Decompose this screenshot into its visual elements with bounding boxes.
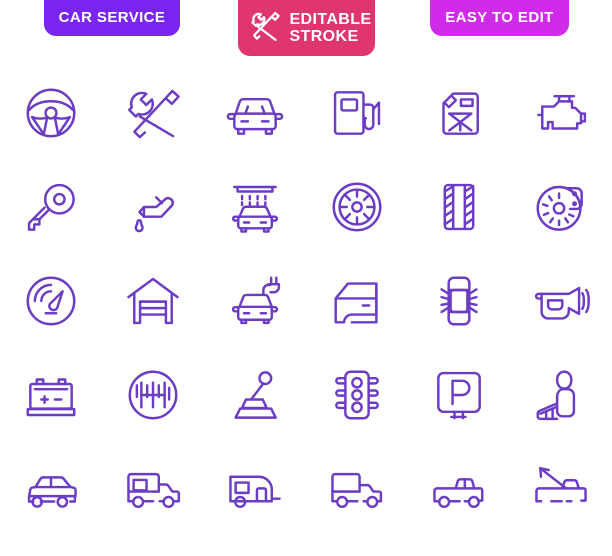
icon-cell-fuel-pump[interactable] xyxy=(306,66,408,160)
icon-cell-speedometer[interactable] xyxy=(0,254,102,348)
badge-car-service-label: CAR SERVICE xyxy=(58,8,166,26)
car-seat-icon xyxy=(536,370,576,421)
icon-cell-engine[interactable] xyxy=(510,66,612,160)
sedan-icon xyxy=(27,476,77,508)
tow-truck-icon xyxy=(535,467,587,503)
icon-cell-car-sensors[interactable] xyxy=(408,254,510,348)
badge-editable-stroke-label: EDITABLE STROKE xyxy=(289,11,371,46)
icon-cell-camper-van[interactable] xyxy=(102,442,204,536)
icon-cell-car-battery[interactable] xyxy=(0,348,102,442)
car-wash-icon xyxy=(231,185,279,233)
icon-cell-car-horn[interactable] xyxy=(510,254,612,348)
car-front-icon xyxy=(226,97,284,135)
badge-easy-to-edit: EASY TO EDIT xyxy=(430,0,569,36)
car-sensors-icon xyxy=(440,276,478,326)
brake-disc-icon xyxy=(536,185,583,231)
badge-editable-stroke-line1: EDITABLE xyxy=(289,10,372,28)
icon-cell-pickup-truck[interactable] xyxy=(408,442,510,536)
engine-icon xyxy=(537,94,587,130)
icon-cell-car-door[interactable] xyxy=(306,254,408,348)
icon-cell-steering-wheel[interactable] xyxy=(0,66,102,160)
car-key-icon xyxy=(27,183,75,231)
badge-bar: CAR SERVICE EDITABLE STROKE EASY TO EDIT xyxy=(0,0,612,62)
wrench-screwdriver-icon xyxy=(128,89,180,139)
fuel-pump-icon xyxy=(333,91,381,135)
camper-van-icon xyxy=(127,472,181,509)
icon-cell-tire[interactable] xyxy=(408,160,510,254)
parking-sign-icon xyxy=(437,371,481,420)
icon-cell-delivery-truck[interactable] xyxy=(306,442,408,536)
icon-cell-gear-stick[interactable] xyxy=(204,348,306,442)
icon-cell-electric-car[interactable] xyxy=(204,254,306,348)
badge-editable-stroke: EDITABLE STROKE xyxy=(238,0,375,56)
speedometer-icon xyxy=(26,276,76,326)
car-horn-icon xyxy=(534,286,590,320)
icon-cell-garage[interactable] xyxy=(102,254,204,348)
icon-cell-car-wash[interactable] xyxy=(204,160,306,254)
delivery-truck-icon xyxy=(331,472,383,509)
oil-can-icon xyxy=(134,196,174,233)
electric-car-icon xyxy=(231,276,281,325)
icon-cell-wheel-rim[interactable] xyxy=(306,160,408,254)
icon-cell-jerry-can[interactable] xyxy=(408,66,510,160)
tire-icon xyxy=(443,183,475,231)
badge-easy-to-edit-label: EASY TO EDIT xyxy=(445,8,554,26)
icon-cell-parking-sign[interactable] xyxy=(408,348,510,442)
icon-cell-car-seat[interactable] xyxy=(510,348,612,442)
icon-cell-caravan-trailer[interactable] xyxy=(204,442,306,536)
icon-grid xyxy=(0,66,612,536)
icon-cell-car-key[interactable] xyxy=(0,160,102,254)
car-battery-icon xyxy=(26,378,76,417)
car-door-icon xyxy=(334,282,378,324)
wrench-screwdriver-icon xyxy=(247,8,283,49)
wheel-rim-icon xyxy=(332,182,382,232)
icon-cell-oil-can[interactable] xyxy=(102,160,204,254)
steering-wheel-icon xyxy=(26,88,76,138)
badge-editable-stroke-line2: STROKE xyxy=(289,28,359,45)
icon-cell-car-front[interactable] xyxy=(204,66,306,160)
caravan-trailer-icon xyxy=(229,475,281,509)
icon-cell-sedan[interactable] xyxy=(0,442,102,536)
gear-stick-icon xyxy=(234,371,277,419)
icon-cell-wrench-screwdriver[interactable] xyxy=(102,66,204,160)
icon-cell-brake-disc[interactable] xyxy=(510,160,612,254)
gear-pattern-icon xyxy=(128,370,178,420)
pickup-truck-icon xyxy=(433,478,484,509)
jerry-can-icon xyxy=(442,92,479,135)
icon-cell-tow-truck[interactable] xyxy=(510,442,612,536)
icon-cell-traffic-light[interactable] xyxy=(306,348,408,442)
icon-cell-gear-pattern[interactable] xyxy=(102,348,204,442)
garage-icon xyxy=(127,277,179,325)
badge-car-service: CAR SERVICE xyxy=(44,0,180,36)
traffic-light-icon xyxy=(335,370,379,420)
